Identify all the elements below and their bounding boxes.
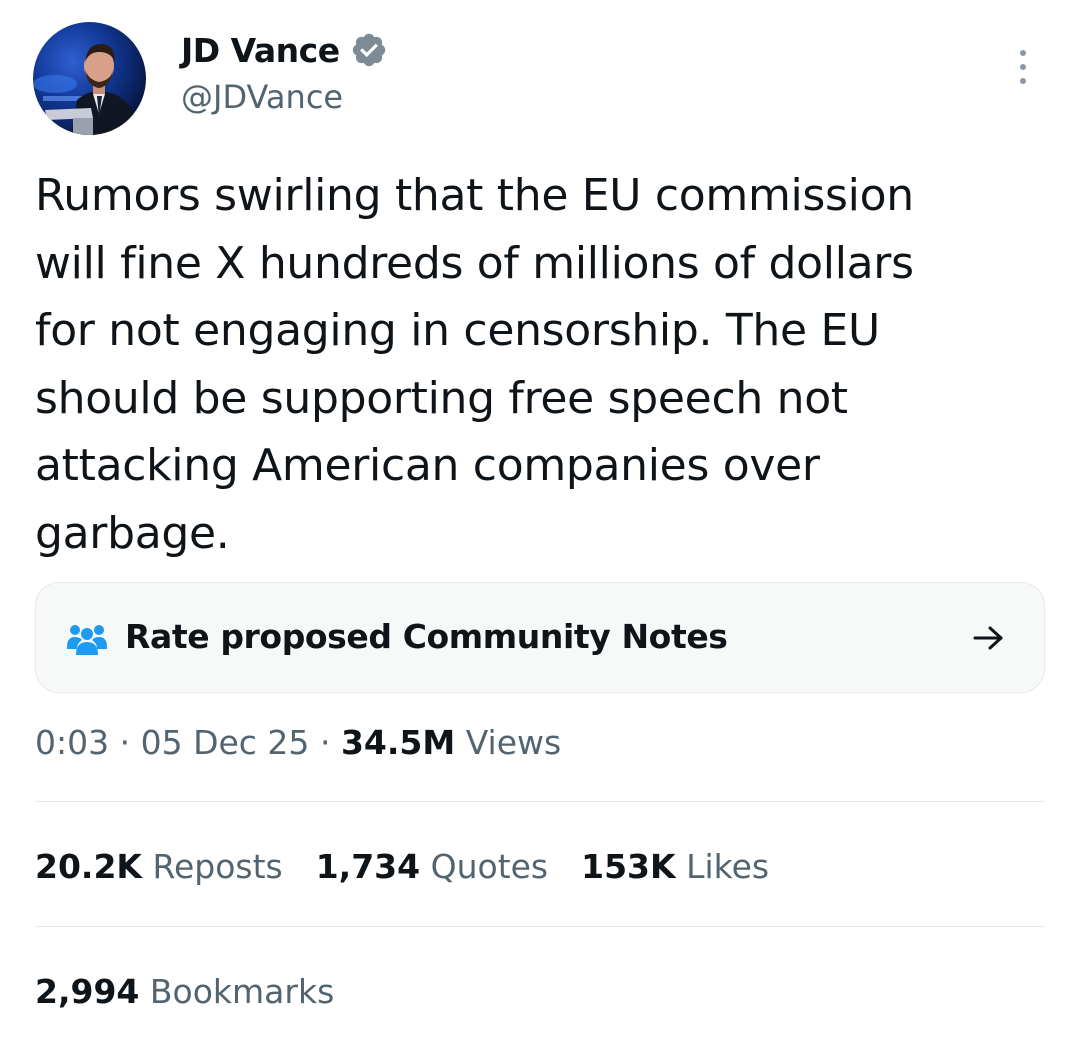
bookmarks-stat[interactable]: 2,994 Bookmarks — [35, 967, 334, 1017]
community-notes-label: Rate proposed Community Notes — [125, 617, 728, 656]
people-icon — [67, 621, 107, 655]
more-dot-icon — [1020, 78, 1026, 84]
author-handle[interactable]: @JDVance — [181, 78, 343, 116]
meta-separator: · — [319, 723, 331, 762]
likes-label: Likes — [686, 847, 770, 886]
bookmarks-count: 2,994 — [35, 972, 140, 1011]
quotes-stat[interactable]: 1,734 Quotes — [316, 842, 548, 892]
views-count: 34.5M — [340, 723, 456, 762]
divider — [35, 926, 1045, 927]
bookmarks-label: Bookmarks — [149, 972, 335, 1011]
likes-count: 153K — [581, 847, 676, 886]
meta-separator: · — [119, 723, 131, 762]
tweet-date[interactable]: 05 Dec 25 — [141, 723, 310, 762]
tweet-meta: 0:03 · 05 Dec 25 · 34.5M Views — [35, 718, 561, 768]
quotes-label: Quotes — [430, 847, 549, 886]
arrow-right-icon — [972, 623, 1006, 653]
quotes-count: 1,734 — [315, 847, 421, 886]
reposts-label: Reposts — [152, 847, 283, 886]
reposts-stat[interactable]: 20.2K Reposts — [35, 842, 283, 892]
avatar[interactable] — [33, 22, 146, 135]
author-name-row: JD Vance — [181, 28, 388, 72]
engagement-stats: 20.2K Reposts 1,734 Quotes 153K Likes — [35, 842, 802, 892]
more-dot-icon — [1020, 50, 1026, 56]
verified-badge-icon — [350, 31, 388, 69]
likes-stat[interactable]: 153K Likes — [581, 842, 769, 892]
rate-community-notes-button[interactable]: Rate proposed Community Notes — [35, 582, 1045, 693]
divider — [35, 801, 1045, 802]
tweet-time[interactable]: 0:03 — [35, 723, 109, 762]
more-options-button[interactable] — [1006, 46, 1040, 88]
reposts-count: 20.2K — [35, 847, 142, 886]
views-label: Views — [465, 723, 562, 762]
author-display-name[interactable]: JD Vance — [181, 31, 340, 70]
more-dot-icon — [1020, 64, 1026, 70]
tweet-text: Rumors swirling that the EU commission w… — [35, 170, 914, 559]
